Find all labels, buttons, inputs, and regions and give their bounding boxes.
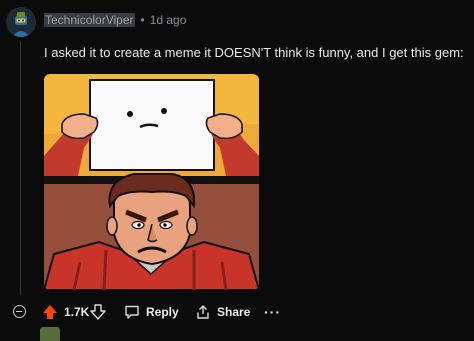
author-name[interactable]: TechnicolorViper (44, 13, 135, 27)
comment-meta: TechnicolorViper • 1d ago (44, 13, 186, 27)
more-options-icon[interactable]: ··· (264, 298, 281, 326)
comment-timestamp[interactable]: 1d ago (150, 13, 187, 27)
speech-bubble-icon (125, 305, 139, 319)
comment-action-bar: 1.7K Reply Share ··· (0, 298, 474, 326)
comment-body: I asked it to create a meme it DOESN'T t… (44, 45, 464, 60)
share-label: Share (217, 305, 251, 319)
collapse-thread-icon[interactable] (13, 305, 26, 318)
snoo-avatar-icon (6, 7, 36, 37)
reply-button[interactable]: Reply (124, 298, 179, 326)
upvote-button[interactable] (42, 298, 58, 326)
user-avatar[interactable] (6, 7, 36, 37)
meme-illustration (44, 74, 259, 290)
meta-separator: • (140, 13, 145, 27)
upvote-arrow-icon (43, 305, 57, 319)
vote-score: 1.7K (64, 305, 90, 319)
downvote-button[interactable] (90, 298, 106, 326)
share-icon (197, 305, 209, 319)
next-comment-avatar[interactable] (40, 327, 60, 341)
share-button[interactable]: Share (195, 298, 250, 326)
meme-image[interactable] (44, 74, 259, 290)
thread-line[interactable] (20, 42, 21, 295)
downvote-arrow-icon (90, 304, 106, 320)
reply-label: Reply (146, 305, 179, 319)
